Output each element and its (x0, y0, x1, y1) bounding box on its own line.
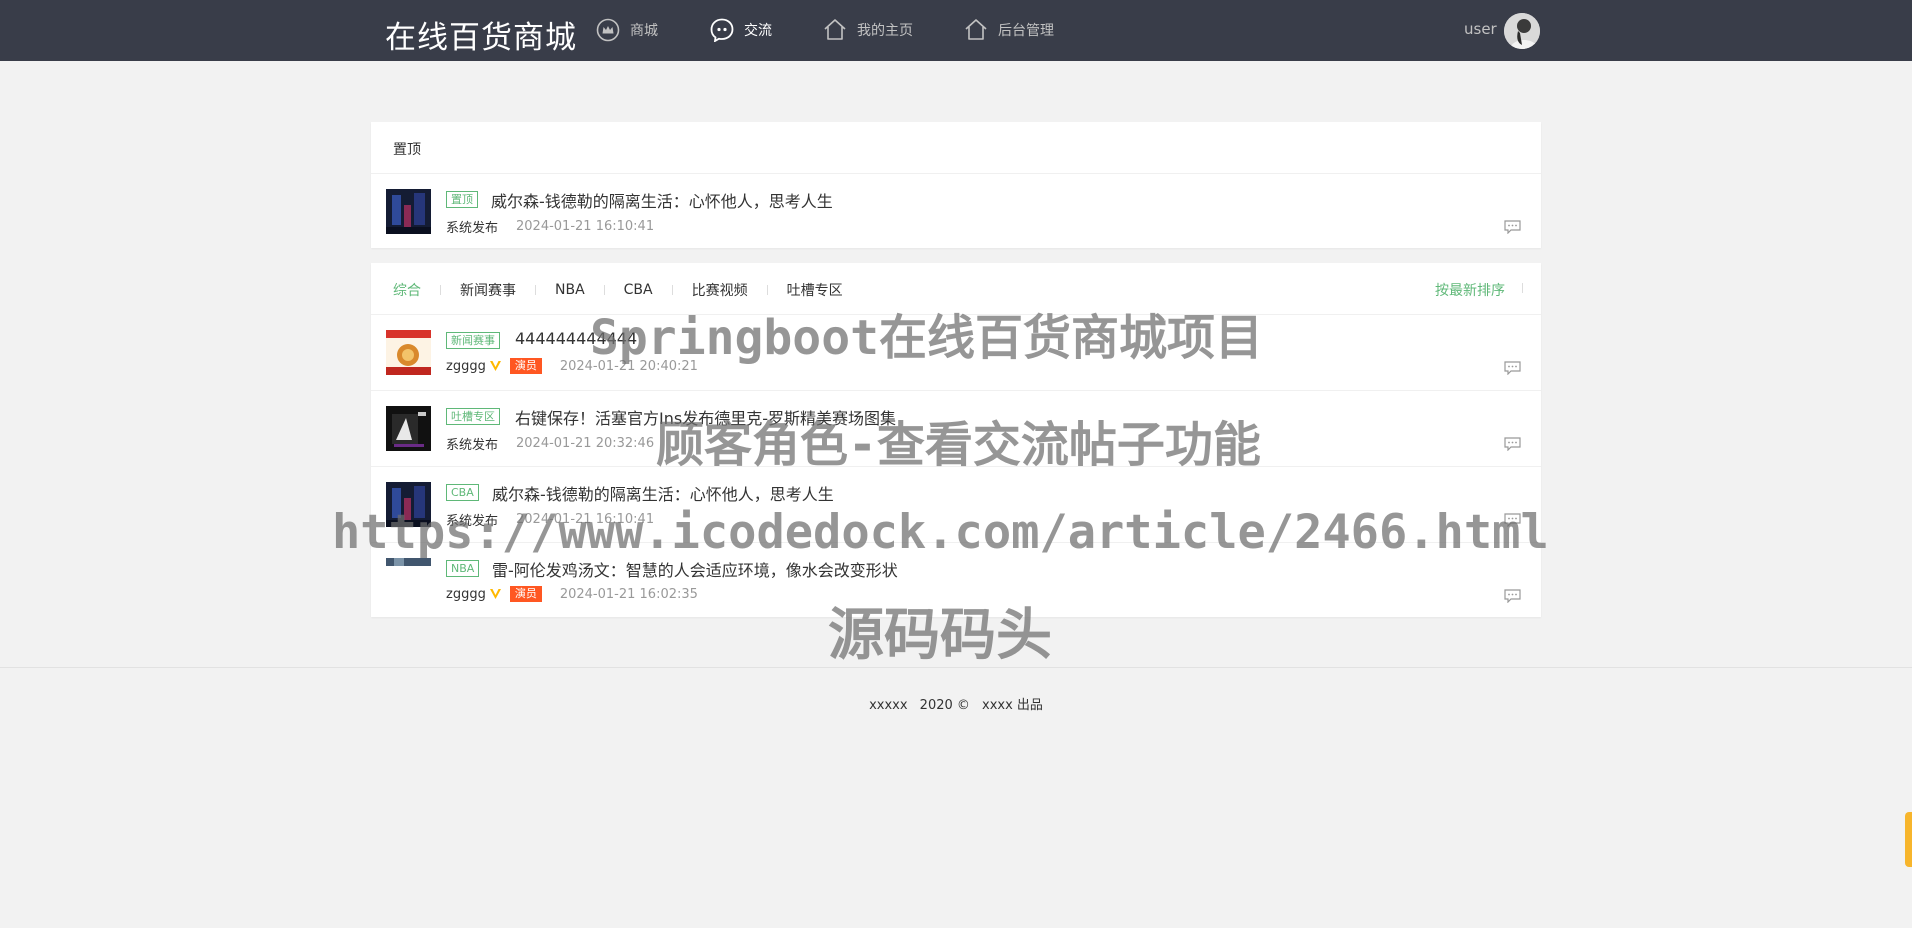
comment-icon[interactable] (1504, 589, 1521, 603)
user-name[interactable]: user (1464, 20, 1497, 38)
pinned-panel: 置顶 置顶 威尔森-钱德勒的隔离生活：心怀他人，思考人生 系统发布 2024-0… (371, 122, 1541, 248)
tab-nba[interactable]: NBA (555, 282, 585, 298)
post-thumbnail[interactable] (386, 482, 431, 527)
tab-divider (535, 285, 536, 295)
home-icon (824, 19, 846, 40)
avatar[interactable] (1504, 13, 1540, 49)
chat-icon (710, 18, 734, 42)
post-list-header: 综合 新闻赛事 NBA CBA 比赛视频 吐槽专区 按最新排序 (371, 263, 1541, 315)
tab-videos[interactable]: 比赛视频 (692, 280, 748, 300)
post-meta: 系统发布 2024-01-21 20:32:46 (446, 434, 654, 453)
post-item[interactable]: 吐槽专区 右键保存！活塞官方Ins发布德里克-罗斯精美赛场图集 系统发布 202… (371, 391, 1541, 467)
post-title[interactable]: 右键保存！活塞官方Ins发布德里克-罗斯精美赛场图集 (515, 405, 896, 429)
post-thumbnail[interactable] (386, 558, 431, 603)
post-meta: 系统发布 2024-01-21 16:10:41 (446, 510, 654, 529)
tab-news[interactable]: 新闻赛事 (460, 280, 516, 300)
tab-divider (766, 285, 768, 295)
post-meta: zgggg 演员 2024-01-21 20:40:21 (446, 358, 698, 374)
nav-my-homepage-label: 我的主页 (857, 23, 913, 39)
footer-credit[interactable]: xxxx 出品 (982, 698, 1043, 713)
nav-admin[interactable]: 后台管理 (964, 18, 1054, 42)
post-author[interactable]: 系统发布 (446, 510, 498, 529)
comment-icon[interactable] (1504, 361, 1521, 375)
post-tag[interactable]: 置顶 (446, 191, 478, 208)
post-tag[interactable]: 新闻赛事 (446, 332, 500, 349)
post-tag[interactable]: 吐槽专区 (446, 408, 500, 425)
post-author[interactable]: zgggg (446, 587, 486, 602)
nav-forum-label: 交流 (744, 23, 772, 39)
tab-complaints[interactable]: 吐槽专区 (787, 280, 843, 300)
post-author[interactable]: 系统发布 (446, 217, 498, 236)
sort-divider (1522, 283, 1523, 293)
post-meta: 系统发布 2024-01-21 16:10:41 (446, 217, 654, 236)
post-meta: zgggg 演员 2024-01-21 16:02:35 (446, 586, 698, 602)
post-title[interactable]: 雷-阿伦发鸡汤文：智慧的人会适应环境，像水会改变形状 (492, 557, 898, 581)
post-title[interactable]: 444444444444 (515, 329, 637, 348)
post-time: 2024-01-21 16:02:35 (559, 586, 698, 602)
sort-latest-link[interactable]: 按最新排序 (1435, 280, 1505, 300)
pinned-title: 置顶 (393, 142, 421, 158)
side-scroll-tab[interactable] (1905, 812, 1912, 867)
post-author[interactable]: zgggg (446, 359, 486, 374)
comment-icon[interactable] (1504, 220, 1521, 234)
tab-all[interactable]: 综合 (393, 280, 421, 300)
verified-v-icon (489, 589, 501, 599)
post-item[interactable]: CBA 威尔森-钱德勒的隔离生活：心怀他人，思考人生 系统发布 2024-01-… (371, 467, 1541, 543)
post-item[interactable]: 置顶 威尔森-钱德勒的隔离生活：心怀他人，思考人生 系统发布 2024-01-2… (371, 174, 1541, 249)
post-time: 2024-01-21 20:32:46 (516, 436, 655, 451)
tab-divider (671, 285, 673, 295)
footer: xxxxx 2020 © xxxx 出品 (0, 694, 1912, 713)
post-author[interactable]: 系统发布 (446, 434, 498, 453)
verified-v-icon (489, 361, 501, 371)
post-list-panel: 综合 新闻赛事 NBA CBA 比赛视频 吐槽专区 按最新排序 新闻赛事 444… (371, 263, 1541, 617)
nav-mall-label: 商城 (630, 23, 658, 39)
post-tag[interactable]: NBA (446, 560, 480, 577)
tab-cba[interactable]: CBA (624, 282, 653, 298)
crown-icon (596, 18, 620, 42)
post-time: 2024-01-21 16:10:41 (516, 219, 655, 234)
footer-copyright: 2020 © (919, 698, 970, 713)
post-thumbnail[interactable] (386, 330, 431, 375)
post-item[interactable]: NBA 雷-阿伦发鸡汤文：智慧的人会适应环境，像水会改变形状 zgggg 演员 … (371, 543, 1541, 618)
nav-forum[interactable]: 交流 (710, 18, 772, 42)
home-icon (965, 19, 987, 40)
nav-admin-label: 后台管理 (998, 23, 1054, 39)
comment-icon[interactable] (1504, 437, 1521, 451)
comment-icon[interactable] (1504, 513, 1521, 527)
footer-divider (0, 667, 1912, 668)
top-nav-bar: 在线百货商城 商城 交流 我的主页 后台管理 user (0, 0, 1912, 61)
user-role-badge: 演员 (509, 358, 542, 374)
pinned-panel-header: 置顶 (371, 122, 1541, 174)
post-title[interactable]: 威尔森-钱德勒的隔离生活：心怀他人，思考人生 (491, 188, 833, 212)
post-item[interactable]: 新闻赛事 444444444444 zgggg 演员 2024-01-21 20… (371, 315, 1541, 391)
footer-site-name[interactable]: xxxxx (869, 698, 907, 713)
post-thumbnail[interactable] (386, 406, 431, 451)
post-title[interactable]: 威尔森-钱德勒的隔离生活：心怀他人，思考人生 (492, 481, 834, 505)
post-thumbnail[interactable] (386, 189, 431, 234)
post-time: 2024-01-21 20:40:21 (559, 358, 698, 374)
category-tabs: 综合 新闻赛事 NBA CBA 比赛视频 吐槽专区 (393, 280, 843, 300)
tab-divider (440, 285, 441, 295)
post-tag[interactable]: CBA (446, 484, 479, 501)
post-time: 2024-01-21 16:10:41 (516, 512, 655, 527)
user-role-badge: 演员 (509, 586, 542, 602)
tab-divider (603, 285, 605, 295)
nav-mall[interactable]: 商城 (596, 18, 658, 42)
site-logo[interactable]: 在线百货商城 (385, 12, 577, 57)
nav-my-homepage[interactable]: 我的主页 (823, 18, 913, 42)
